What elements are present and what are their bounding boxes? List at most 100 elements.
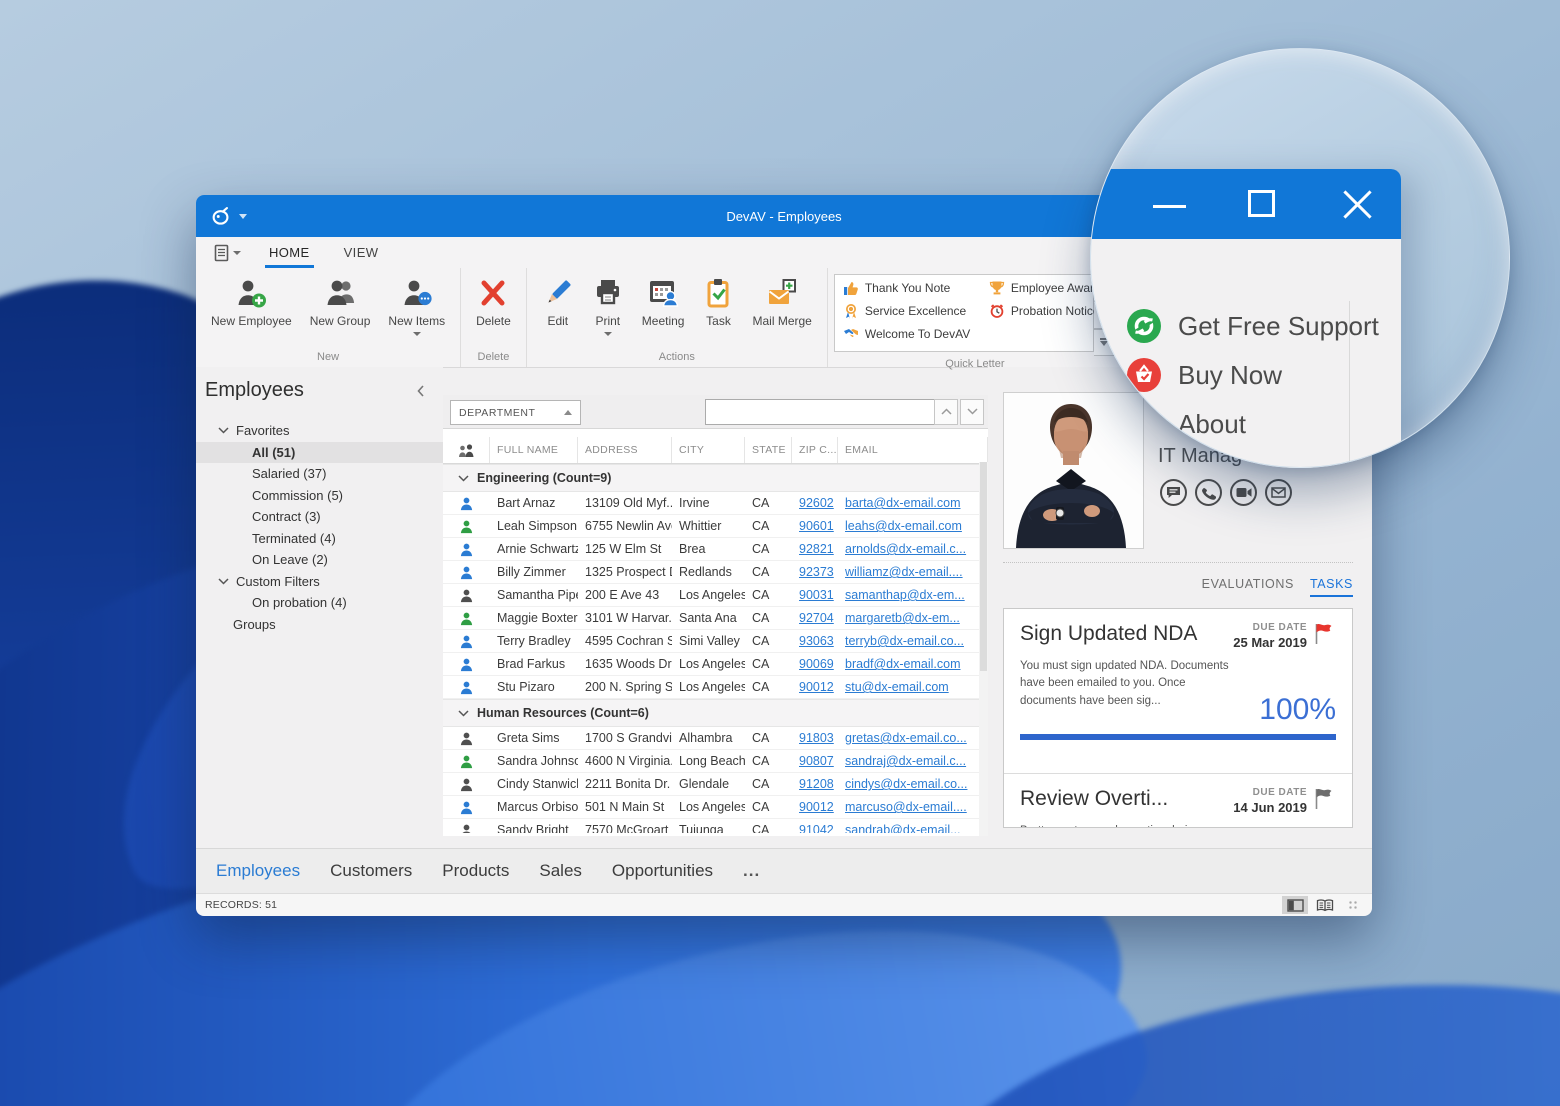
email-cell[interactable]: gretas@dx-email.co... (845, 731, 967, 745)
reading-view-toggle[interactable] (1312, 896, 1338, 914)
ribbon-button-task[interactable]: Task (693, 272, 743, 328)
minimize-button[interactable] (1153, 205, 1186, 208)
quick-letter-employee-award[interactable]: Employee Award (989, 280, 1093, 296)
zip-cell[interactable]: 90031 (799, 588, 834, 602)
collapse-pane-icon[interactable] (416, 384, 425, 398)
ribbon-button-new-employee[interactable]: New Employee (202, 272, 301, 328)
table-row[interactable]: Sandy Bright7570 McGroartTujungaCA91042s… (443, 819, 988, 833)
ribbon-button-meeting[interactable]: Meeting (633, 272, 694, 328)
ribbon-button-new-items[interactable]: New Items (379, 272, 454, 336)
zip-cell[interactable]: 92704 (799, 611, 834, 625)
sidebar-item-salaried-37[interactable]: Salaried (37) (196, 463, 443, 485)
module-nav-sales[interactable]: Sales (539, 861, 582, 881)
tab-evaluations[interactable]: EVALUATIONS (1202, 577, 1294, 597)
email-cell[interactable]: barta@dx-email.com (845, 496, 961, 510)
email-cell[interactable]: sandrab@dx-email... (845, 823, 961, 833)
zip-cell[interactable]: 92602 (799, 496, 834, 510)
zip-cell[interactable]: 90807 (799, 754, 834, 768)
zip-cell[interactable]: 90601 (799, 519, 834, 533)
search-previous-button[interactable] (934, 399, 958, 425)
search-next-button[interactable] (960, 399, 984, 425)
table-row[interactable]: Brad Farkus1635 Woods Dr...Los AngelesCA… (443, 653, 988, 676)
table-row[interactable]: Arnie Schwartz125 W Elm StBreaCA92821arn… (443, 538, 988, 561)
sidebar-item-contract-3[interactable]: Contract (3) (196, 506, 443, 528)
grid-vertical-scrollbar[interactable] (979, 462, 988, 836)
email-cell[interactable]: bradf@dx-email.com (845, 657, 961, 671)
module-nav-employees[interactable]: Employees (216, 861, 300, 881)
table-row[interactable]: Marcus Orbison501 N Main StLos AngelesCA… (443, 796, 988, 819)
column-header-full-name[interactable]: FULL NAME (490, 437, 578, 463)
column-header-state[interactable]: STATE (745, 437, 792, 463)
magnified-menu-item-about[interactable]: About (1126, 406, 1246, 442)
sidebar-item-groups[interactable]: Groups (196, 614, 443, 636)
zip-cell[interactable]: 92821 (799, 542, 834, 556)
group-row-engineering-count-9[interactable]: Engineering (Count=9) (443, 464, 988, 492)
module-nav-products[interactable]: Products (442, 861, 509, 881)
quick-letter-thank-you-note[interactable]: Thank You Note (843, 280, 989, 296)
table-row[interactable]: Greta Sims1700 S Grandvi...AlhambraCA918… (443, 727, 988, 750)
group-by-department-button[interactable]: DEPARTMENT (450, 400, 581, 425)
ribbon-button-print[interactable]: Print (583, 272, 633, 336)
ribbon-button-mail-merge[interactable]: Mail Merge (743, 272, 820, 328)
close-button[interactable] (1339, 186, 1376, 223)
table-row[interactable]: Cindy Stanwick2211 Bonita Dr.GlendaleCA9… (443, 773, 988, 796)
contact-chat-button[interactable] (1160, 479, 1187, 506)
module-nav-item[interactable]: ... (743, 861, 760, 881)
email-cell[interactable]: cindys@dx-email.co... (845, 777, 967, 791)
ribbon-button-edit[interactable]: Edit (533, 272, 583, 328)
search-input[interactable] (705, 399, 937, 425)
module-nav-opportunities[interactable]: Opportunities (612, 861, 713, 881)
column-header-city[interactable]: CITY (672, 437, 745, 463)
tab-tasks[interactable]: TASKS (1310, 577, 1353, 597)
table-row[interactable]: Bart Arnaz13109 Old Myf...IrvineCA92602b… (443, 492, 988, 515)
sidebar-item-terminated-4[interactable]: Terminated (4) (196, 528, 443, 550)
maximize-button[interactable] (1248, 190, 1275, 217)
column-header-zip-c[interactable]: ZIP C... (792, 437, 838, 463)
zip-cell[interactable]: 91803 (799, 731, 834, 745)
email-cell[interactable]: samanthap@dx-em... (845, 588, 965, 602)
sidebar-item-all-51[interactable]: All (51) (196, 442, 443, 464)
table-row[interactable]: Sandra Johnson4600 N Virginia...Long Bea… (443, 750, 988, 773)
zip-cell[interactable]: 90069 (799, 657, 834, 671)
column-header-rowicon[interactable] (443, 437, 490, 463)
quick-letter-service-excellence[interactable]: Service Excellence (843, 303, 989, 319)
zip-cell[interactable]: 93063 (799, 634, 834, 648)
magnified-menu-item-buy-now[interactable]: Buy Now (1126, 357, 1282, 393)
task-card-review-overti[interactable]: Review Overti...DUE DATE14 Jun 2019Brett… (1004, 773, 1352, 828)
email-cell[interactable]: marcuso@dx-email.... (845, 800, 967, 814)
contact-video-button[interactable] (1230, 479, 1257, 506)
task-card-sign-updated-nda[interactable]: Sign Updated NDADUE DATE25 Mar 2019You m… (1004, 609, 1352, 761)
module-nav-customers[interactable]: Customers (330, 861, 412, 881)
sidebar-item-custom-filters[interactable]: Custom Filters (196, 571, 443, 593)
sidebar-item-on-leave-2[interactable]: On Leave (2) (196, 549, 443, 571)
table-row[interactable]: Maggie Boxter3101 W Harvar...Santa AnaCA… (443, 607, 988, 630)
table-row[interactable]: Terry Bradley4595 Cochran StSimi ValleyC… (443, 630, 988, 653)
ribbon-tab-view[interactable]: VIEW (344, 237, 379, 268)
column-header-email[interactable]: EMAIL (838, 437, 988, 463)
sidebar-item-commission-5[interactable]: Commission (5) (196, 485, 443, 507)
email-cell[interactable]: arnolds@dx-email.c... (845, 542, 966, 556)
column-header-address[interactable]: ADDRESS (578, 437, 672, 463)
zip-cell[interactable]: 90012 (799, 680, 834, 694)
scrollbar-thumb[interactable] (980, 462, 987, 671)
zip-cell[interactable]: 90012 (799, 800, 834, 814)
ribbon-button-new-group[interactable]: New Group (301, 272, 380, 328)
email-cell[interactable]: terryb@dx-email.co... (845, 634, 964, 648)
group-row-human-resources-count-6[interactable]: Human Resources (Count=6) (443, 699, 988, 727)
magnified-menu-item-get-free-support[interactable]: Get Free Support (1126, 308, 1379, 344)
zip-cell[interactable]: 91208 (799, 777, 834, 791)
sidebar-item-on-probation-4[interactable]: On probation (4) (196, 592, 443, 614)
email-cell[interactable]: sandraj@dx-email.c... (845, 754, 966, 768)
table-row[interactable]: Leah Simpson6755 Newlin AveWhittierCA906… (443, 515, 988, 538)
email-cell[interactable]: margaretb@dx-em... (845, 611, 960, 625)
zip-cell[interactable]: 92373 (799, 565, 834, 579)
zip-cell[interactable]: 91042 (799, 823, 834, 833)
sidebar-item-favorites[interactable]: Favorites (196, 420, 443, 442)
quick-letter-probation-notice[interactable]: Probation Notice (989, 303, 1093, 319)
ribbon-button-delete[interactable]: Delete (467, 272, 520, 328)
email-cell[interactable]: leahs@dx-email.com (845, 519, 962, 533)
email-cell[interactable]: stu@dx-email.com (845, 680, 949, 694)
contact-mail-button[interactable] (1265, 479, 1292, 506)
table-row[interactable]: Samantha Piper200 E Ave 43Los AngelesCA9… (443, 584, 988, 607)
email-cell[interactable]: williamz@dx-email.... (845, 565, 963, 579)
